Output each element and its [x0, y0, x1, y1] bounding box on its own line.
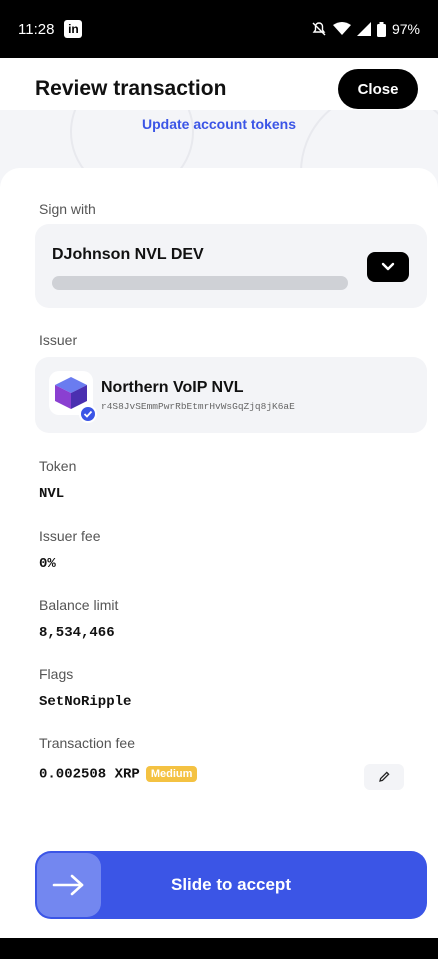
- transaction-fee-value: 0.002508 XRP: [39, 766, 140, 783]
- linkedin-notification-icon: in: [64, 20, 83, 38]
- fee-level-badge: Medium: [145, 766, 198, 782]
- issuer-address: r4S8JvSEmmPwrRbEtmrHvWsGqZjq8jK6aE: [101, 401, 295, 412]
- transaction-fee-label: Transaction fee: [39, 735, 135, 751]
- wifi-icon: [332, 22, 351, 35]
- transaction-fee-row: 0.002508 XRP Medium: [39, 766, 198, 783]
- verified-icon: [79, 405, 97, 423]
- edit-fee-button[interactable]: [364, 764, 404, 790]
- issuer-fee-value: 0%: [39, 556, 56, 572]
- battery-icon: [376, 21, 386, 37]
- signal-icon: [356, 22, 371, 36]
- chevron-down-icon: [381, 262, 395, 271]
- pencil-icon: [379, 771, 390, 782]
- flags-value: SetNoRipple: [39, 694, 132, 710]
- slide-to-accept-label: Slide to accept: [171, 875, 291, 894]
- battery-percent: 97%: [391, 21, 420, 37]
- status-bar: 11:28 in 97%: [0, 0, 438, 58]
- status-time: 11:28: [18, 20, 55, 38]
- account-dropdown-button[interactable]: [367, 252, 409, 282]
- issuer-name: Northern VoIP NVL: [101, 379, 244, 396]
- token-label: Token: [39, 458, 77, 474]
- system-nav-bar: [0, 938, 438, 959]
- status-bar-left: 11:28 in: [18, 20, 83, 38]
- update-account-tokens-link[interactable]: Update account tokens: [0, 116, 438, 132]
- flags-label: Flags: [39, 666, 74, 682]
- mute-icon: [312, 22, 326, 36]
- page-title: Review transaction: [35, 77, 227, 100]
- balance-limit-value: 8,534,466: [39, 625, 115, 641]
- account-address-masked: [52, 276, 348, 290]
- slide-to-accept[interactable]: Slide to accept: [35, 851, 427, 919]
- issuer-label: Issuer: [39, 332, 78, 348]
- balance-limit-label: Balance limit: [39, 597, 119, 613]
- account-name: DJohnson NVL DEV: [52, 246, 204, 263]
- token-value: NVL: [39, 486, 65, 502]
- issuer-fee-label: Issuer fee: [39, 528, 101, 544]
- account-selector-card[interactable]: DJohnson NVL DEV: [35, 224, 427, 308]
- status-bar-right: 97%: [311, 21, 420, 37]
- sign-with-label: Sign with: [39, 201, 96, 217]
- issuer-card: Northern VoIP NVL r4S8JvSEmmPwrRbEtmrHvW…: [35, 357, 427, 433]
- check-icon: [83, 410, 93, 418]
- close-button[interactable]: Close: [338, 69, 418, 109]
